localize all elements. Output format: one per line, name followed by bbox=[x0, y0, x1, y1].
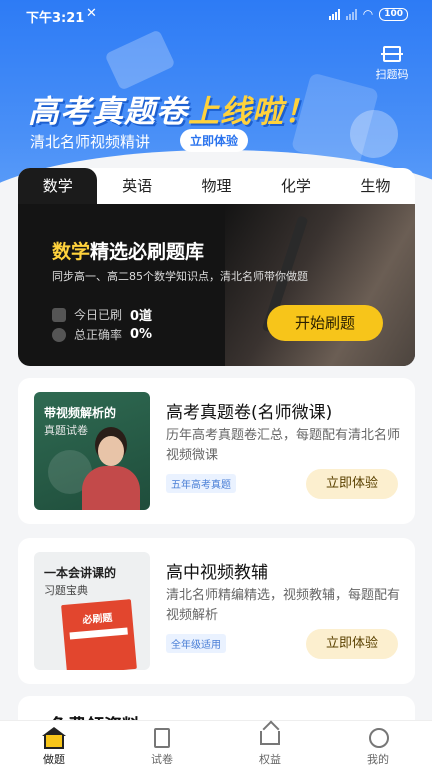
profile-icon bbox=[366, 727, 390, 749]
nav-papers[interactable]: 试卷 bbox=[108, 721, 216, 768]
panel-title-accent: 数学 bbox=[52, 241, 91, 263]
home-icon bbox=[42, 727, 66, 749]
nav-practice[interactable]: 做题 bbox=[0, 721, 108, 768]
course-tag: 全年级适用 bbox=[166, 634, 226, 653]
course-description: 清北名师精编精选，视频教辅，每题配有视频解析 bbox=[166, 588, 401, 623]
signal-icon bbox=[328, 8, 340, 20]
mute-icon: ✕ bbox=[86, 6, 97, 21]
writing-photo bbox=[225, 204, 415, 366]
thumb-caption: 真题试卷 bbox=[44, 424, 88, 437]
tab-physics[interactable]: 物理 bbox=[177, 168, 256, 204]
book-band bbox=[69, 627, 128, 640]
book-cover: 必刷题 bbox=[61, 599, 137, 670]
course-try-button[interactable]: 立即体验 bbox=[306, 469, 398, 499]
document-icon bbox=[52, 307, 66, 322]
nav-profile[interactable]: 我的 bbox=[324, 721, 432, 768]
status-bar: 下午3:21 ✕ ◠ 100 bbox=[0, 0, 432, 30]
course-title: 高中视频教辅 bbox=[166, 563, 268, 583]
thumb-caption: 一本会讲课的 bbox=[44, 566, 117, 580]
today-stat: 今日已刷 0道 bbox=[52, 305, 152, 324]
teacher-photo bbox=[82, 466, 140, 510]
tab-math[interactable]: 数学 bbox=[18, 168, 98, 204]
nav-label: 我的 bbox=[367, 753, 389, 766]
course-card[interactable]: 一本会讲课的 习题宝典 必刷题 高中视频教辅 清北名师精编精选，视频教辅，每题配… bbox=[18, 538, 415, 684]
wifi-icon: ◠ bbox=[362, 7, 374, 21]
headline-accent: 上线啦！ bbox=[188, 94, 316, 130]
nav-label: 做题 bbox=[43, 753, 65, 766]
today-value: 0道 bbox=[130, 309, 153, 324]
scan-icon bbox=[381, 46, 403, 62]
signal-icon bbox=[345, 8, 357, 20]
accuracy-label: 总正确率 bbox=[74, 328, 123, 342]
nav-benefits[interactable]: 权益 bbox=[216, 721, 324, 768]
course-tag: 五年高考真题 bbox=[166, 474, 236, 493]
book-title: 必刷题 bbox=[82, 612, 113, 627]
battery-icon: 100 bbox=[379, 7, 408, 21]
nav-label: 权益 bbox=[259, 753, 281, 766]
course-try-button[interactable]: 立即体验 bbox=[306, 629, 398, 659]
banner-headline: 高考真题卷上线啦！ bbox=[28, 86, 316, 131]
headline-main: 高考真题卷 bbox=[28, 94, 188, 130]
nav-label: 试卷 bbox=[151, 753, 173, 766]
banner-subline: 清北名师视频精讲 bbox=[30, 133, 151, 151]
subject-tabs: 数学 英语 物理 化学 生物 bbox=[18, 168, 415, 204]
start-practice-button[interactable]: 开始刷题 bbox=[267, 305, 383, 341]
paper-icon bbox=[150, 727, 174, 749]
tab-chemistry[interactable]: 化学 bbox=[256, 168, 335, 204]
check-icon bbox=[52, 327, 66, 342]
tab-biology[interactable]: 生物 bbox=[336, 168, 415, 204]
course-thumbnail: 一本会讲课的 习题宝典 必刷题 bbox=[34, 552, 150, 670]
teacher-photo bbox=[98, 436, 124, 466]
course-card[interactable]: 带视频解析的 真题试卷 高考真题卷(名师微课) 历年高考真题卷汇总，每题配有清北… bbox=[18, 378, 415, 524]
thumb-caption: 带视频解析的 bbox=[44, 406, 117, 420]
course-thumbnail: 带视频解析的 真题试卷 bbox=[34, 392, 150, 510]
question-bank-panel: 数学精选必刷题库 同步高一、高二85个数学知识点，清北名师带你做题 今日已刷 0… bbox=[18, 204, 415, 366]
crown-icon bbox=[258, 727, 282, 749]
bottom-nav: 做题 试卷 权益 我的 bbox=[0, 720, 432, 768]
course-description: 历年高考真题卷汇总，每题配有清北名师视频微课 bbox=[166, 428, 401, 463]
accuracy-stat: 总正确率 0% bbox=[52, 326, 152, 343]
course-title: 高考真题卷(名师微课) bbox=[166, 403, 333, 423]
accuracy-value: 0% bbox=[130, 327, 153, 342]
banner-try-button[interactable]: 立即体验 bbox=[180, 129, 249, 152]
thumb-caption: 习题宝典 bbox=[44, 584, 88, 597]
scan-label: 扫题码 bbox=[375, 68, 409, 81]
today-label: 今日已刷 bbox=[74, 308, 123, 322]
panel-description: 同步高一、高二85个数学知识点，清北名师带你做题 bbox=[52, 270, 308, 283]
panel-title: 数学精选必刷题库 bbox=[52, 237, 204, 264]
panel-title-rest: 精选必刷题库 bbox=[90, 241, 205, 263]
scan-button[interactable]: 扫题码 bbox=[372, 46, 412, 82]
status-time: 下午3:21 bbox=[26, 11, 85, 26]
decoration-circle bbox=[350, 110, 398, 158]
decoration-paper bbox=[104, 29, 176, 91]
tab-english[interactable]: 英语 bbox=[97, 168, 176, 204]
